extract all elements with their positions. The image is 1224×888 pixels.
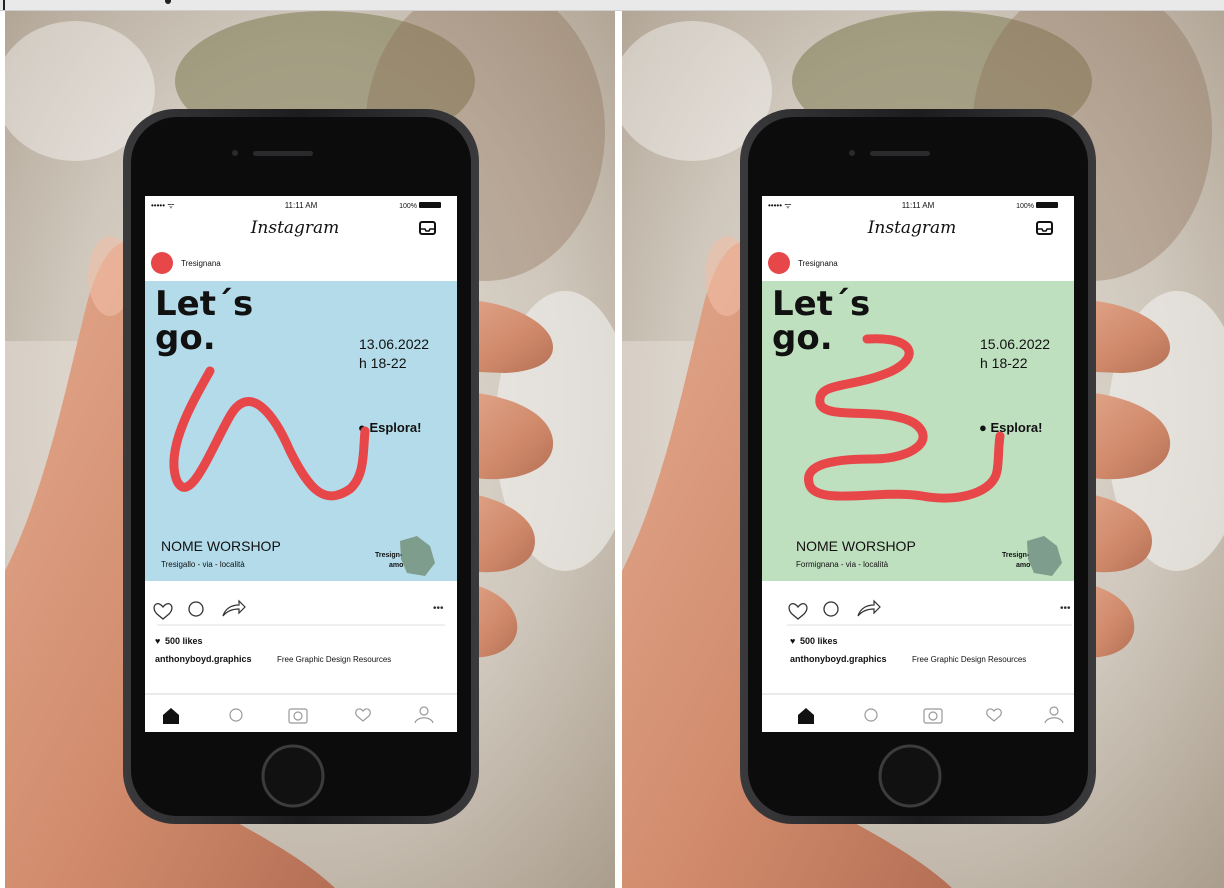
account-name[interactable]: Tresignana [181, 259, 221, 268]
post-headline-2: go. [155, 318, 216, 358]
status-battery: 100% [1016, 203, 1034, 210]
battery-icon [1036, 202, 1058, 208]
logo-text-2: amo [389, 562, 403, 569]
photo-right: ••••• ᯤ 11:11 AM 100% Instagram Tresigna… [622, 11, 1224, 888]
account-avatar[interactable] [768, 252, 790, 274]
caption-text: Free Graphic Design Resources [912, 655, 1026, 664]
account-avatar[interactable] [151, 252, 173, 274]
mockup-right: ••••• ᯤ 11:11 AM 100% Instagram Tresigna… [622, 11, 1224, 888]
top-strip-tab [165, 0, 171, 4]
caption-user[interactable]: anthonyboyd.graphics [155, 654, 252, 664]
logo-text-1: Tresign- [1002, 552, 1030, 559]
post-event-name: NOME WORSHOP [161, 538, 281, 554]
mockup-left: ••••• ᯤ 11:11 AM 100% Instagram Tresigna… [5, 11, 615, 888]
account-name[interactable]: Tresignana [798, 259, 838, 268]
post-hours: h 18-22 [359, 355, 407, 371]
logo-text-2: amo [1016, 562, 1030, 569]
more-icon[interactable]: ••• [433, 603, 444, 614]
top-strip-mark [3, 0, 5, 10]
logo-text-1: Tresign- [375, 552, 403, 559]
status-time: 11:11 AM [285, 201, 318, 210]
caption-user[interactable]: anthonyboyd.graphics [790, 654, 887, 664]
caption-text: Free Graphic Design Resources [277, 655, 391, 664]
svg-text:••••• ᯤ: ••••• ᯤ [151, 201, 175, 210]
more-icon[interactable]: ••• [1060, 603, 1071, 614]
app-title: Instagram [250, 218, 340, 238]
likes-count: 500 likes [165, 636, 203, 646]
status-battery: 100% [399, 203, 417, 210]
likes-count: 500 likes [800, 636, 838, 646]
post-location: Formignana - via - località [796, 560, 889, 569]
photo-left: ••••• ᯤ 11:11 AM 100% Instagram Tresigna… [5, 11, 615, 888]
post-date: 13.06.2022 [359, 336, 429, 352]
battery-icon [419, 202, 441, 208]
status-time: 11:11 AM [902, 201, 935, 210]
post-event-name: NOME WORSHOP [796, 538, 916, 554]
likes-heart-icon: ♥ [155, 636, 160, 646]
top-strip [0, 0, 1224, 11]
likes-heart-icon: ♥ [790, 636, 795, 646]
post-hours: h 18-22 [980, 355, 1028, 371]
svg-text:••••• ᯤ: ••••• ᯤ [768, 201, 792, 210]
app-title: Instagram [867, 218, 957, 238]
post-location: Tresigallo - via - località [161, 560, 245, 569]
post-cta: ● Esplora! [979, 420, 1042, 435]
post-headline-2: go. [772, 318, 833, 358]
post-date: 15.06.2022 [980, 336, 1050, 352]
